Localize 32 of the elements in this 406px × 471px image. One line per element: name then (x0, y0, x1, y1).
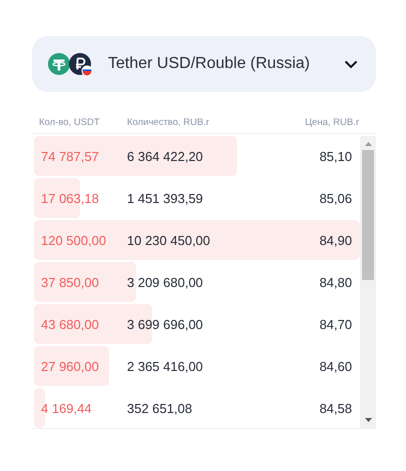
table-cell-text: 85,06 (319, 190, 353, 206)
table-cell-text: 74 787,57 (40, 148, 100, 164)
pair-selector[interactable]: Tether USD/Rouble (Russia) (32, 36, 376, 92)
table-cell-text: 10 230 450,00 (127, 232, 212, 248)
scroll-down-icon[interactable] (364, 418, 372, 422)
scroll-up-icon[interactable] (364, 142, 372, 146)
column-header: Цена, RUB.r (305, 117, 360, 130)
table-cell-text: 43 680,00 (40, 316, 100, 332)
table-cell-text: 84,70 (319, 316, 353, 332)
table-cell-text: 37 850,00 (40, 274, 100, 290)
table-cell-text: 27 960,00 (40, 358, 100, 374)
table-cell-text: 3 209 680,00 (127, 274, 204, 290)
table-cell-text: 2 365 416,00 (127, 358, 204, 374)
table-cell-text: 6 364 422,20 (127, 148, 204, 164)
scrollbar[interactable] (360, 136, 376, 428)
table-cell-text: 1 451 393,59 (127, 190, 204, 206)
table-cell-text: 4 169,44 (40, 400, 93, 416)
table-cell-text: 84,90 (319, 232, 353, 248)
table-cell-text: 84,58 (319, 400, 353, 416)
tether-coin-icon (48, 53, 70, 75)
column-header: Количество, RUB.r (127, 117, 210, 130)
rouble-coin-icon (69, 53, 93, 77)
table-cell-text: 17 063,18 (40, 190, 100, 206)
table-cell-text: 85,10 (319, 148, 353, 164)
table-cell-text: 84,80 (319, 274, 353, 290)
scroll-thumb[interactable] (362, 150, 374, 280)
chevron-icon (344, 60, 358, 68)
table-cell-text: 84,60 (319, 358, 353, 374)
table-cell-text: 120 500,00 (40, 232, 108, 248)
column-header: Кол-во, USDT (38, 117, 101, 130)
table-cell-text: 3 699 696,00 (127, 316, 204, 332)
table-cell-text: 352 651,08 (127, 400, 194, 416)
